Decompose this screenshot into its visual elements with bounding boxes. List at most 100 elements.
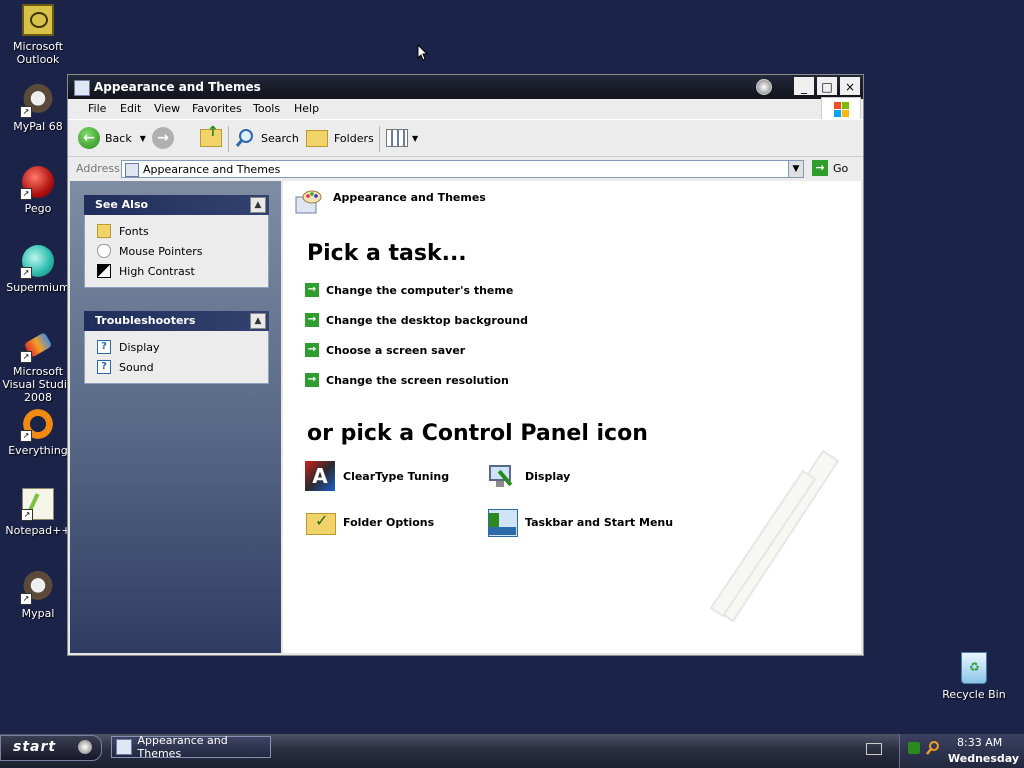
desktop-icon-label: Pego	[24, 202, 52, 215]
go-button[interactable]: → Go	[812, 160, 848, 176]
explorer-window[interactable]: Appearance and Themes _ □ × File Edit Vi…	[67, 74, 864, 656]
task-screen-resolution[interactable]: → Change the screen resolution	[305, 373, 509, 387]
green-arrow-icon: →	[305, 343, 319, 357]
supermium-icon: ↗	[20, 245, 54, 279]
taskbar-button-appearance-themes[interactable]: Appearance and Themes	[111, 734, 271, 760]
toolbar: ← Back ▼ → ↑ Search Folders ▼	[68, 119, 863, 156]
back-dropdown-icon[interactable]: ▼	[140, 134, 146, 143]
desktop-icon-label: Supermium	[6, 281, 70, 294]
cp-icon-folder-options[interactable]: ✓ Folder Options	[305, 507, 434, 537]
desktop-icon-outlook[interactable]: Microsoft Outlook	[0, 4, 76, 66]
see-also-panel: See Also ▲ Fonts Mouse Pointers High Con…	[84, 195, 269, 288]
close-button[interactable]: ×	[840, 77, 860, 95]
see-also-link-mouse-pointers[interactable]: Mouse Pointers	[97, 241, 268, 261]
network-icon[interactable]	[908, 742, 920, 754]
start-orb-icon	[78, 740, 92, 754]
recycle-bin-icon: ♻	[961, 652, 987, 684]
address-bar: Address Appearance and Themes ▼ → Go	[68, 156, 863, 181]
desktop-icon-pego[interactable]: ↗ Pego	[0, 166, 76, 215]
maximize-button[interactable]: □	[817, 77, 837, 95]
back-button[interactable]: ← Back ▼	[78, 126, 146, 150]
troubleshooter-link-display[interactable]: ? Display	[97, 337, 268, 357]
outlook-icon	[22, 4, 54, 36]
mypal-icon: ↗	[20, 571, 54, 605]
menu-file[interactable]: File	[88, 102, 106, 115]
menu-help[interactable]: Help	[294, 102, 319, 115]
see-also-link-high-contrast[interactable]: High Contrast	[97, 261, 268, 281]
collapse-icon[interactable]: ▲	[250, 313, 266, 329]
go-label: Go	[833, 161, 849, 175]
menu-tools[interactable]: Tools	[253, 102, 280, 115]
green-arrow-icon: →	[305, 373, 319, 387]
start-button[interactable]: start	[0, 735, 102, 761]
views-button[interactable]: ▼	[386, 126, 418, 150]
title-bar[interactable]: Appearance and Themes _ □ ×	[68, 75, 863, 99]
see-also-link-fonts[interactable]: Fonts	[97, 221, 268, 241]
forward-button[interactable]: →	[152, 126, 174, 150]
taskbar-start-menu-icon	[487, 507, 518, 537]
up-folder-button[interactable]: ↑	[200, 124, 222, 150]
menu-view[interactable]: View	[154, 102, 180, 115]
task-pane: See Also ▲ Fonts Mouse Pointers High Con…	[70, 181, 281, 653]
desktop-icon-supermium[interactable]: ↗ Supermium	[0, 245, 76, 294]
cp-icon-cleartype[interactable]: A ClearType Tuning	[305, 461, 449, 491]
address-label: Address	[76, 162, 120, 175]
menu-bar: File Edit View Favorites Tools Help	[68, 97, 863, 123]
troubleshooter-link-sound[interactable]: ? Sound	[97, 357, 268, 377]
menu-favorites[interactable]: Favorites	[192, 102, 242, 115]
task-screen-saver[interactable]: → Choose a screen saver	[305, 343, 465, 357]
visual-studio-icon: ↗	[20, 329, 54, 363]
see-also-body: Fonts Mouse Pointers High Contrast	[84, 215, 269, 288]
link-label: Fonts	[119, 224, 149, 238]
cp-icon-display[interactable]: Display	[487, 461, 570, 491]
desktop-icon-label: Everything	[8, 444, 68, 457]
desktop-icon-mypal68[interactable]: ↗ MyPal 68	[0, 84, 76, 133]
system-tray: 8:33 AM Wednesday	[899, 734, 1024, 768]
notepadpp-icon: ↗	[21, 488, 54, 521]
control-panel-icon	[125, 163, 139, 177]
control-panel-icon	[116, 739, 132, 755]
desktop-icon-everything[interactable]: ↗ Everything	[0, 408, 76, 457]
address-field[interactable]: Appearance and Themes	[121, 160, 803, 178]
folder-icon	[97, 224, 111, 238]
desktop-icon-label: Notepad++	[5, 524, 71, 537]
link-label: Mouse Pointers	[119, 244, 203, 258]
see-also-header[interactable]: See Also ▲	[84, 195, 269, 215]
task-change-theme[interactable]: → Change the computer's theme	[305, 283, 513, 297]
folders-button[interactable]: Folders	[306, 126, 374, 150]
task-label: Change the screen resolution	[326, 373, 509, 387]
desktop-icon-notepadpp[interactable]: ↗ Notepad++	[0, 488, 76, 537]
back-arrow-icon: ←	[78, 127, 100, 149]
cp-icon-taskbar-start-menu[interactable]: Taskbar and Start Menu	[487, 507, 673, 537]
troubleshooters-header[interactable]: Troubleshooters ▲	[84, 311, 269, 331]
menu-edit[interactable]: Edit	[120, 102, 141, 115]
desktop-icon-visual-studio[interactable]: ↗ Microsoft Visual Studio 2008	[0, 329, 76, 404]
search-button[interactable]: Search	[234, 126, 299, 150]
desktop-icon-mypal[interactable]: ↗ Mypal	[0, 571, 76, 620]
collapse-icon[interactable]: ▲	[250, 197, 266, 213]
paintbrush-watermark-icon	[709, 449, 840, 623]
appearance-themes-icon	[295, 190, 322, 214]
clock-time[interactable]: 8:33 AM	[957, 736, 1002, 749]
keyboard-icon[interactable]	[866, 743, 882, 755]
desktop-icon-recycle-bin[interactable]: ♻ Recycle Bin	[936, 652, 1012, 701]
see-also-title: See Also	[95, 198, 149, 211]
shortcut-arrow-icon: ↗	[20, 430, 32, 442]
pick-icon-heading: or pick a Control Panel icon	[307, 421, 648, 446]
link-label: High Contrast	[119, 264, 195, 278]
address-dropdown-icon[interactable]: ▼	[788, 160, 804, 178]
views-icon	[386, 129, 408, 147]
shortcut-arrow-icon: ↗	[20, 593, 32, 605]
control-panel-icon	[74, 80, 90, 96]
task-change-background[interactable]: → Change the desktop background	[305, 313, 528, 327]
folders-icon	[306, 129, 328, 147]
minimize-button[interactable]: _	[794, 77, 814, 95]
desktop-icon-label: Recycle Bin	[942, 688, 1006, 701]
display-icon	[487, 461, 517, 491]
everything-icon: ↗	[20, 408, 54, 442]
clock-day[interactable]: Wednesday	[948, 752, 1019, 765]
search-tray-icon[interactable]	[925, 740, 941, 756]
mouse-icon	[97, 244, 111, 258]
help-icon: ?	[97, 360, 111, 374]
troubleshooters-title: Troubleshooters	[95, 314, 196, 327]
